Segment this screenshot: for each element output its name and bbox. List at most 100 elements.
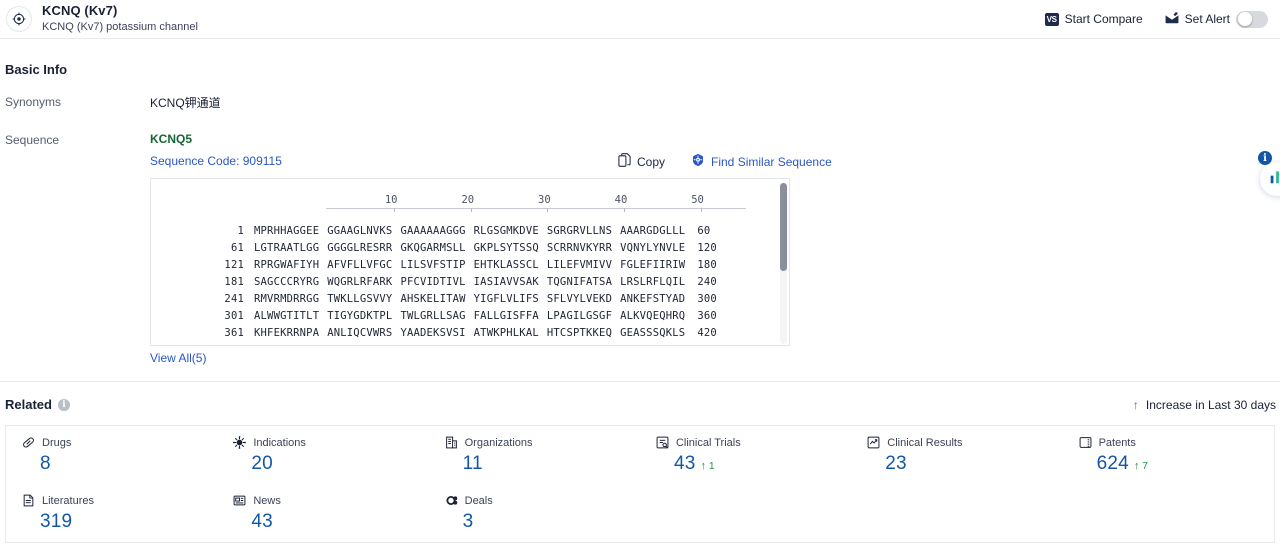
sequence-row-chunks: RMVRMDRRGG TWKLLGSVVY AHSKELITAW YIGFLVLIFS… bbox=[254, 291, 685, 308]
sequence-row-end: 180 bbox=[697, 259, 717, 271]
sequence-chunk: YIGFLVLIFS bbox=[473, 293, 539, 305]
building-icon bbox=[445, 436, 458, 449]
ruler-label-10: 10 bbox=[384, 194, 398, 206]
sequence-chunk: AFVFLLVFGC bbox=[327, 259, 393, 271]
stat-card-label: Organizations bbox=[464, 436, 533, 449]
floating-chart-button[interactable] bbox=[1260, 162, 1280, 196]
sequence-chunk: PFCVIDTIVL bbox=[400, 276, 466, 288]
sequence-row-chunks: KHFEKRRNPA ANLIQCVWRS YAADEKSVSI ATWKPHLKAL… bbox=[254, 325, 685, 342]
ruler-label-30: 30 bbox=[538, 194, 551, 206]
sequence-scrollbar-thumb[interactable] bbox=[780, 183, 787, 271]
arrow-up-icon: ↑ bbox=[1132, 398, 1139, 412]
sequence-chunk: ALKVQEQHRQ bbox=[620, 310, 686, 322]
sequence-chunk: ATWKPHLKAL bbox=[473, 327, 539, 339]
sequence-chunk: FGLEFIIRIW bbox=[620, 259, 686, 271]
sequence-chunk: AHSKELITAW bbox=[400, 293, 466, 305]
sequence-row-start: 181 bbox=[224, 276, 244, 288]
related-title-block: Related i bbox=[5, 397, 70, 412]
sequence-chunk: RPRGWAFIYH bbox=[254, 259, 320, 271]
vs-icon: VS bbox=[1044, 12, 1059, 26]
stat-card-value: 43 bbox=[251, 511, 273, 532]
stat-card-header: News bbox=[233, 494, 428, 507]
stat-card-indications[interactable]: Indications 20 bbox=[217, 426, 428, 484]
sequence-chunk: LPAGILGSGF bbox=[546, 310, 613, 322]
stat-card-header: Literatures bbox=[22, 494, 217, 507]
header-title-block: KCNQ (Kv7) KCNQ (Kv7) potassium channel bbox=[42, 3, 198, 34]
set-alert-toggle[interactable] bbox=[1236, 10, 1268, 28]
stat-card-label: Clinical Results bbox=[887, 436, 963, 449]
delta-value: 1 bbox=[708, 461, 715, 472]
deal-icon bbox=[445, 494, 458, 507]
sequence-row-end: 420 bbox=[697, 327, 717, 339]
sequence-row-end: 300 bbox=[697, 293, 717, 305]
ruler-tick-40 bbox=[623, 208, 625, 212]
sequence-rows: 1 MPRHHAGGEE GGAAGLNVKS GAAAAAAGGG RLGSGMKDV… bbox=[151, 223, 789, 342]
synonyms-value: KCNQ钾通道 bbox=[150, 96, 221, 110]
sequence-chunk: GKQGARMSLL bbox=[400, 242, 466, 254]
stat-card-value: 20 bbox=[251, 453, 273, 474]
find-similar-sequence-button[interactable]: Find Similar Sequence bbox=[691, 153, 832, 170]
stat-card-value-row: 20 bbox=[233, 453, 428, 475]
sequence-chunk: LILEFVMIVV bbox=[546, 259, 613, 271]
sequence-chunk: RLGSGMKDVE bbox=[473, 225, 539, 237]
sequence-chunk: SFLVYLVEKD bbox=[546, 293, 613, 305]
sequence-chunk: GGGGLRESRR bbox=[327, 242, 393, 254]
view-all-link[interactable]: View All(5) bbox=[150, 351, 206, 365]
sequence-row: 61 LGTRAATLGG GGGGLRESRR GKQGARMSLL GKPLSYTS… bbox=[151, 240, 789, 257]
sequence-chunk: GEASSSQKLS bbox=[620, 327, 686, 339]
clinical-result-icon bbox=[867, 436, 880, 449]
sequence-chunk: YAADEKSVSI bbox=[400, 327, 466, 339]
sequence-chunk: GGAAGLNVKS bbox=[327, 225, 393, 237]
sequence-row-end: 240 bbox=[697, 276, 717, 288]
sequence-chunk: LGTRAATLGG bbox=[254, 242, 320, 254]
stat-card-label: Clinical Trials bbox=[675, 436, 741, 449]
stat-card-label: Patents bbox=[1098, 436, 1136, 449]
stat-card-news[interactable]: News 43 bbox=[217, 484, 428, 542]
sequence-chunk: TWKLLGSVVY bbox=[327, 293, 393, 305]
header-actions: VS Start Compare Set Alert bbox=[1044, 10, 1274, 28]
sequence-chunk: VQNYLYNVLE bbox=[620, 242, 686, 254]
sequence-chunk: TIGYGDKTPL bbox=[327, 310, 393, 322]
section-divider bbox=[0, 381, 1280, 382]
increase-legend: ↑ Increase in Last 30 days bbox=[1133, 398, 1276, 412]
stat-card-organizations[interactable]: Organizations 11 bbox=[429, 426, 640, 484]
stat-card-drugs[interactable]: Drugs 8 bbox=[6, 426, 217, 484]
page-subtitle: KCNQ (Kv7) potassium channel bbox=[42, 21, 198, 34]
alert-envelope-icon bbox=[1165, 11, 1179, 27]
chart-icon bbox=[1269, 168, 1280, 190]
sequence-chunk: SGRGRVLLNS bbox=[546, 225, 613, 237]
related-title-text: Related bbox=[5, 397, 52, 412]
stat-card-label: Indications bbox=[253, 436, 306, 449]
page-title: KCNQ (Kv7) bbox=[42, 3, 118, 19]
sequence-chunk: RMVRMDRRGG bbox=[254, 293, 320, 305]
stat-card-value-row: 3 bbox=[445, 511, 640, 533]
stat-card-value: 624 bbox=[1096, 453, 1129, 474]
stat-card-clinical-results[interactable]: Clinical Results 23 bbox=[851, 426, 1062, 484]
sequence-ruler: 10 20 30 40 50 bbox=[326, 191, 746, 213]
stat-card-deals[interactable]: Deals 3 bbox=[429, 484, 640, 542]
news-icon bbox=[233, 494, 246, 507]
sequence-row-start: 61 bbox=[230, 242, 244, 254]
info-icon[interactable]: i bbox=[57, 398, 70, 411]
sequence-code-link[interactable]: Sequence Code: 909115 bbox=[150, 154, 282, 168]
ruler-tick-20 bbox=[470, 208, 472, 212]
set-alert-control[interactable]: Set Alert bbox=[1165, 10, 1268, 28]
stat-card-label: News bbox=[253, 494, 281, 507]
target-icon bbox=[6, 6, 32, 32]
toggle-knob bbox=[1237, 12, 1252, 26]
stat-card-clinical-trials[interactable]: Clinical Trials 43 ↑ 1 bbox=[640, 426, 851, 484]
copy-button[interactable]: Copy bbox=[618, 153, 665, 170]
delta-arrow-up-icon: ↑ bbox=[1133, 460, 1140, 472]
stat-card-literatures[interactable]: Literatures 319 bbox=[6, 484, 217, 542]
find-similar-icon bbox=[691, 153, 705, 170]
stat-card-value: 43 bbox=[673, 453, 696, 474]
sequence-name: KCNQ5 bbox=[150, 132, 193, 146]
increase-legend-label: Increase in Last 30 days bbox=[1145, 398, 1276, 412]
sequence-chunk: GAAAAAAGGG bbox=[400, 225, 466, 237]
sequence-chunk: TWLGRLLSAG bbox=[400, 310, 466, 322]
stat-card-patents[interactable]: Patents 624 ↑ 7 bbox=[1063, 426, 1274, 484]
sequence-chunk: AAARGDGLLL bbox=[620, 225, 686, 237]
sequence-chunk: TQGNIFATSA bbox=[546, 276, 613, 288]
sequence-chunk: ALWWGTITLT bbox=[254, 310, 320, 322]
start-compare-button[interactable]: VS Start Compare bbox=[1044, 12, 1143, 26]
